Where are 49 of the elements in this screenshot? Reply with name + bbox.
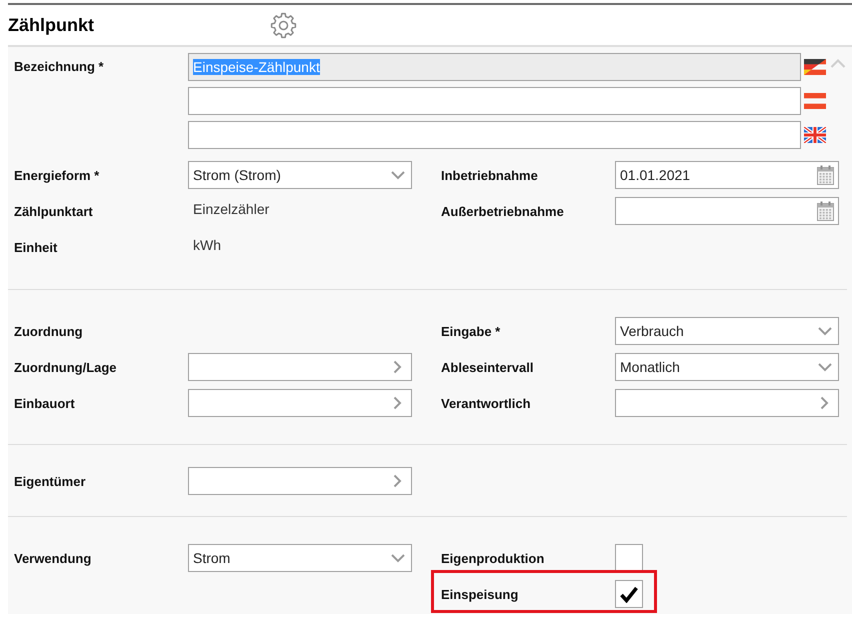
chevron-right-icon[interactable] xyxy=(393,396,402,410)
field-label: Zuordnung/Lage xyxy=(14,360,117,374)
german-austrian-flag-icon xyxy=(804,59,826,75)
field-label: Einbauort xyxy=(14,396,75,410)
chevron-down-icon xyxy=(390,553,406,563)
calendar-icon[interactable] xyxy=(817,165,834,185)
lookup-field[interactable] xyxy=(615,389,839,417)
field-value: Einzelzähler xyxy=(192,201,270,217)
field-label: Zählpunktart xyxy=(14,204,93,218)
date-field[interactable]: 01.01.2021 xyxy=(615,161,839,189)
text-field[interactable] xyxy=(188,87,801,115)
checkbox[interactable] xyxy=(615,580,643,608)
field-label: Einspeisung xyxy=(441,586,518,602)
field-label: Bezeichnung * xyxy=(14,58,105,76)
checkmark-icon xyxy=(619,585,639,603)
text-field[interactable] xyxy=(188,121,801,149)
page-title: Zählpunkt xyxy=(8,14,95,36)
field-value: kWh xyxy=(192,237,221,253)
dropdown-field[interactable]: Strom xyxy=(188,544,412,572)
field-label: Zuordnung xyxy=(14,324,83,338)
chevron-down-icon xyxy=(390,170,406,180)
field-label: Verwendung xyxy=(14,550,92,566)
chevron-right-icon[interactable] xyxy=(820,396,829,410)
dropdown-field[interactable]: Strom (Strom) xyxy=(188,161,412,189)
date-field[interactable] xyxy=(615,197,839,225)
chevron-up-icon[interactable] xyxy=(830,58,846,69)
dropdown-field[interactable]: Verbrauch xyxy=(615,317,839,345)
lookup-field[interactable] xyxy=(188,353,412,381)
dropdown-field[interactable]: Monatlich xyxy=(615,353,839,381)
chevron-right-icon[interactable] xyxy=(393,360,402,374)
chevron-right-icon[interactable] xyxy=(393,474,402,488)
chevron-down-icon xyxy=(817,362,833,372)
field-label: Energieform * xyxy=(14,168,100,182)
field-label: Einheit xyxy=(14,240,58,254)
lookup-field[interactable] xyxy=(188,467,412,495)
austrian-flag-icon xyxy=(804,93,826,109)
british-flag-icon xyxy=(804,127,826,143)
field-label: Ableseintervall xyxy=(441,360,534,374)
settings-icon[interactable] xyxy=(270,12,297,38)
lookup-field[interactable] xyxy=(188,389,412,417)
field-label: Eigenproduktion xyxy=(441,550,544,566)
field-label: Außerbetriebnahme xyxy=(441,204,564,218)
field-label: Inbetriebnahme xyxy=(441,168,538,182)
field-label: Verantwortlich xyxy=(441,396,531,410)
calendar-icon[interactable] xyxy=(817,201,834,221)
field-label: Eigentümer xyxy=(14,474,86,488)
chevron-down-icon xyxy=(817,326,833,336)
field-label: Eingabe * xyxy=(441,324,500,338)
checkbox[interactable] xyxy=(615,544,643,572)
